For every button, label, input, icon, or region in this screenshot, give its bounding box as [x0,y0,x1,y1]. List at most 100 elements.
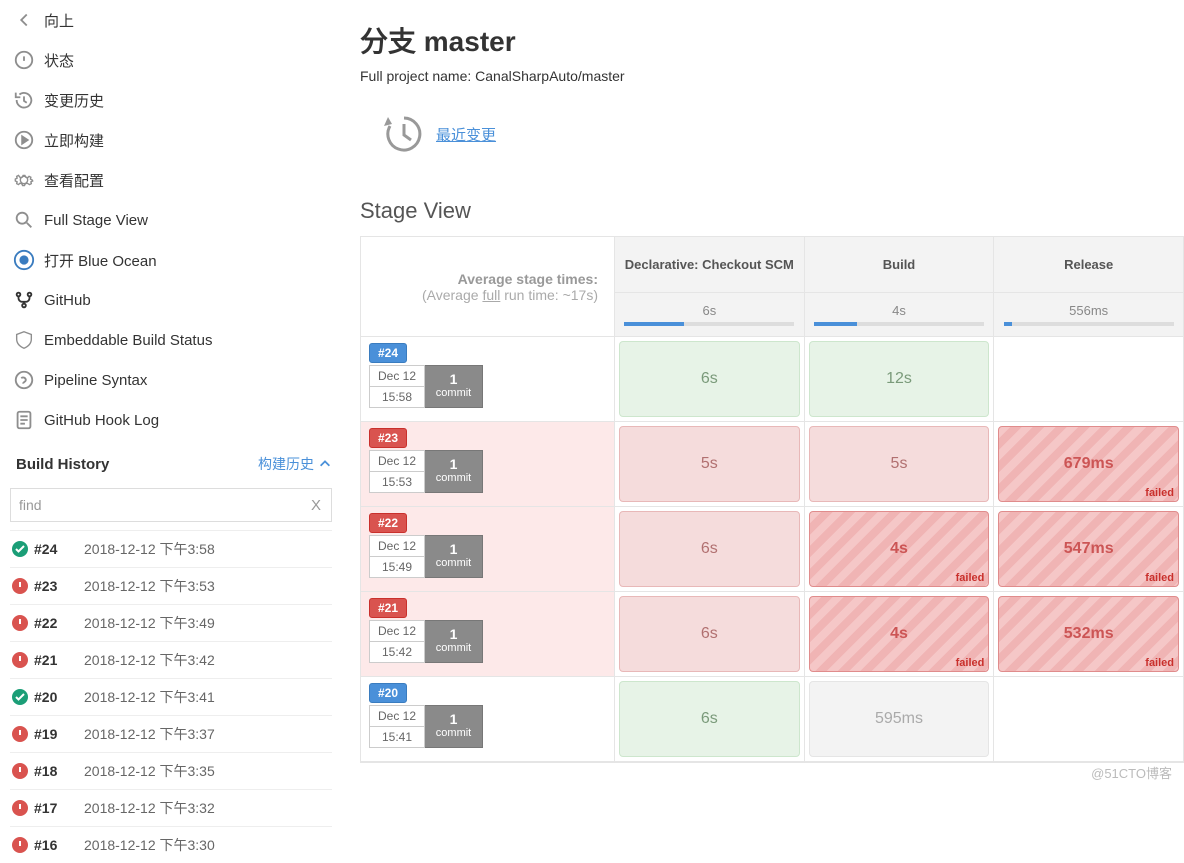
stage-cell[interactable]: 5s [805,422,995,506]
changes-icon [12,88,36,112]
build-history-trend-link[interactable]: 构建历史 [258,454,332,474]
run-commit-count: 1commit [425,620,483,663]
run-label-row[interactable]: #23Dec 1215:531commit [361,422,614,507]
build-history-row[interactable]: #242018-12-12 下午3:58 [10,530,332,567]
sidebar-item-status[interactable]: 状态 [10,40,332,80]
sidebar-item-github-hook-log[interactable]: GitHub Hook Log [10,400,332,440]
stage-cell[interactable]: 5s [615,422,805,506]
watermark: @51CTO博客 [1091,763,1172,782]
build-history-row[interactable]: #202018-12-12 下午3:41 [10,678,332,715]
recent-changes-section: 最近变更 [378,110,1184,158]
sidebar-item-pipeline-syntax[interactable]: Pipeline Syntax [10,360,332,400]
build-history-row[interactable]: #222018-12-12 下午3:49 [10,604,332,641]
failed-tag: failed [956,572,985,584]
sidebar-item-open-blue-ocean[interactable]: 打开 Blue Ocean [10,240,332,280]
stage-cell[interactable]: 12s [805,337,995,421]
build-time: 2018-12-12 下午3:53 [84,576,215,596]
build-time: 2018-12-12 下午3:42 [84,650,215,670]
sidebar-item-build-now[interactable]: 立即构建 [10,120,332,160]
run-date: Dec 1215:49 [369,535,425,578]
sidebar-item-label: GitHub Hook Log [44,412,159,429]
page-title: 分支 master [360,20,1184,60]
github-hook-log-icon [12,408,36,432]
stage-cell[interactable]: 532msfailed [994,592,1183,676]
status-ball-failure-icon [12,763,28,779]
chevron-up-icon [318,457,332,471]
status-ball-success-icon [12,541,28,557]
up-icon [12,8,36,32]
status-ball-failure-icon [12,726,28,742]
main-content: 分支 master Full project name: CanalSharpA… [340,0,1184,792]
project-full-name: Full project name: CanalSharpAuto/master [360,68,1184,84]
stage-cell[interactable]: 4sfailed [805,592,995,676]
stage-cell[interactable]: 547msfailed [994,507,1183,591]
sidebar-item-full-stage-view[interactable]: Full Stage View [10,200,332,240]
build-time: 2018-12-12 下午3:37 [84,724,215,744]
stage-cell[interactable] [994,677,1183,761]
filter-input[interactable] [11,489,301,521]
build-history-row[interactable]: #212018-12-12 下午3:42 [10,641,332,678]
run-commit-count: 1commit [425,535,483,578]
build-time: 2018-12-12 下午3:32 [84,798,215,818]
stage-view-title: Stage View [360,198,1184,224]
filter-clear[interactable]: X [301,497,331,514]
stage-cell[interactable]: 6s [615,677,805,761]
build-time: 2018-12-12 下午3:30 [84,835,215,855]
stage-avg-row: 6s4s556ms [615,293,1183,337]
stage-box [998,681,1179,757]
stage-box: 12s [809,341,990,417]
stage-cell[interactable]: 595ms [805,677,995,761]
build-history-row[interactable]: #182018-12-12 下午3:35 [10,752,332,789]
stage-body-row: 6s4sfailed547msfailed [615,507,1183,592]
run-commit-count: 1commit [425,450,483,493]
failed-tag: failed [1145,487,1174,499]
build-number: #21 [34,652,84,668]
stage-cell[interactable]: 6s [615,507,805,591]
build-history-row[interactable]: #232018-12-12 下午3:53 [10,567,332,604]
sidebar-item-github[interactable]: GitHub [10,280,332,320]
sidebar-item-changes[interactable]: 变更历史 [10,80,332,120]
sidebar-item-label: Embeddable Build Status [44,332,212,349]
pipeline-syntax-icon [12,368,36,392]
run-label-row[interactable]: #22Dec 1215:491commit [361,507,614,592]
stage-box: 6s [619,341,800,417]
run-label-row[interactable]: #24Dec 1215:581commit [361,337,614,422]
stage-cell[interactable] [994,337,1183,421]
build-history-filter[interactable]: X [10,488,332,522]
stage-cell[interactable]: 6s [615,592,805,676]
sidebar-item-embed-status[interactable]: Embeddable Build Status [10,320,332,360]
sidebar-item-up[interactable]: 向上 [10,0,332,40]
stage-box: 6s [619,596,800,672]
sidebar-item-label: 打开 Blue Ocean [44,250,157,271]
sidebar-item-configure[interactable]: 查看配置 [10,160,332,200]
build-time: 2018-12-12 下午3:41 [84,687,215,707]
full-stage-view-icon [12,208,36,232]
stage-box [998,341,1179,417]
stage-box: 4sfailed [809,596,990,672]
status-ball-failure-icon [12,578,28,594]
stage-cell[interactable]: 4sfailed [805,507,995,591]
status-ball-failure-icon [12,615,28,631]
run-badge: #21 [369,598,407,618]
status-ball-success-icon [12,689,28,705]
run-label-row[interactable]: #21Dec 1215:421commit [361,592,614,677]
stage-body-row: 5s5s679msfailed [615,422,1183,507]
history-icon [378,110,426,158]
build-history-row[interactable]: #172018-12-12 下午3:32 [10,789,332,826]
build-history-row[interactable]: #192018-12-12 下午3:37 [10,715,332,752]
run-commit-count: 1commit [425,705,483,748]
stage-columns: Declarative: Checkout SCMBuildRelease 6s… [614,236,1184,763]
sidebar-item-label: 状态 [44,50,74,71]
stage-box: 4sfailed [809,511,990,587]
build-history-row[interactable]: #162018-12-12 下午3:30 [10,826,332,863]
stage-cell[interactable]: 6s [615,337,805,421]
stage-cell[interactable]: 679msfailed [994,422,1183,506]
run-badge: #22 [369,513,407,533]
recent-changes-link[interactable]: 最近变更 [436,124,496,145]
stage-box: 532msfailed [998,596,1179,672]
stage-view-grid: Average stage times: (Average full run t… [360,236,1184,763]
stage-box: 595ms [809,681,990,757]
failed-tag: failed [1145,657,1174,669]
run-label-row[interactable]: #20Dec 1215:411commit [361,677,614,762]
stage-avg-cell: 556ms [994,293,1183,336]
